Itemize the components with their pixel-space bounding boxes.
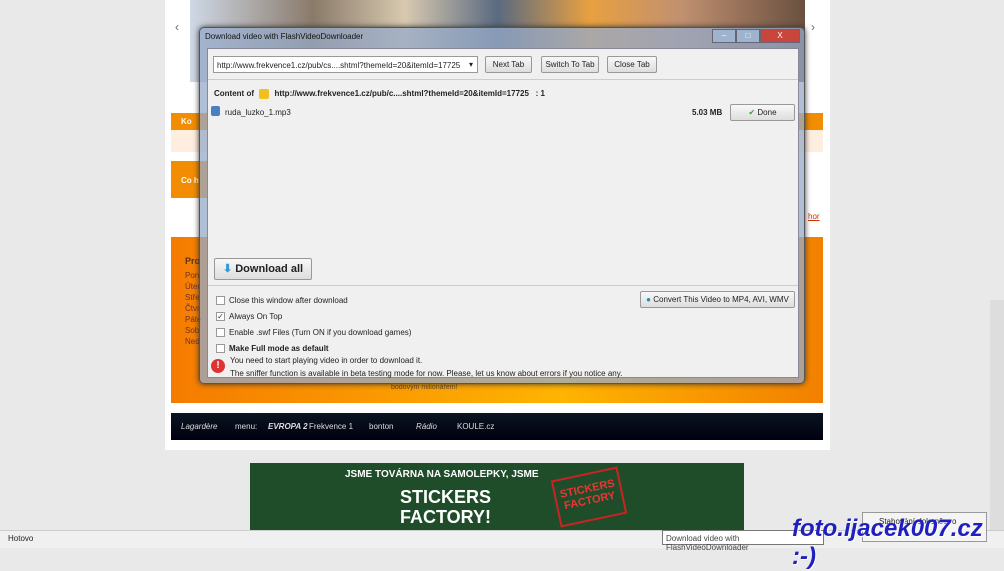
radio-link[interactable]: Rádio [416,422,437,431]
warning-icon: ! [211,359,225,373]
ad-banner[interactable]: JSME TOVÁRNA NA SAMOLEPKY, JSME STICKERS… [250,463,744,530]
switch-to-tab-button[interactable]: Switch To Tab [541,56,599,73]
enable-swf-checkbox[interactable] [216,328,225,337]
watermark: foto.ijacek007.cz :-) [792,515,983,570]
close-button[interactable]: X [760,29,800,43]
evropa2-link[interactable]: EVROPA 2 [268,422,308,431]
warning-text: You need to start playing video in order… [230,356,423,365]
footer-menu: Lagardère menu: EVROPA 2 Frekvence 1 bon… [171,413,823,440]
file-name: ruda_luzko_1.mp3 [225,108,291,117]
site-favicon-icon [259,89,270,99]
minimize-button[interactable]: – [712,29,736,43]
window-controls: – □ X [712,29,800,43]
dialog-body: http://www.frekvence1.cz/pub/cs....shtml… [207,48,799,378]
option-label: Close this window after download [229,296,348,305]
content-header: Content of http://www.frekvence1.cz/pub/… [214,89,545,99]
done-button[interactable]: ✔ Done [730,104,795,121]
option-label: Enable .swf Files (Turn ON if you downlo… [229,328,412,337]
frekvence1-link[interactable]: Frekvence 1 [309,422,353,431]
option-label: Always On Top [229,312,283,321]
caption: bodovým milionářem! [391,384,458,391]
next-tab-button[interactable]: Next Tab [485,56,532,73]
full-mode-checkbox[interactable] [216,344,225,353]
prev-arrow-icon[interactable]: ‹ [175,20,179,34]
download-all-button[interactable]: ⬇ Download all [214,258,312,280]
file-size: 5.03 MB [692,108,723,117]
downloader-dialog: Download video with FlashVideoDownloader… [199,27,805,384]
next-arrow-icon[interactable]: › [811,20,815,34]
audio-file-icon [211,106,220,116]
dialog-title: Download video with FlashVideoDownloader [205,32,364,41]
maximize-button[interactable]: □ [736,29,760,43]
menu-label: menu: [235,422,258,431]
bonton-link[interactable]: bonton [369,422,393,431]
beta-notice: The sniffer function is available in bet… [230,369,623,378]
option-label: Make Full mode as default [229,344,329,353]
close-tab-button[interactable]: Close Tab [607,56,657,73]
program-title: Pro [185,256,201,266]
always-on-top-checkbox[interactable]: ✓ [216,312,225,321]
url-select[interactable]: http://www.frekvence1.cz/pub/cs....shtml… [213,56,478,73]
convert-icon: ● [646,295,651,304]
convert-video-button[interactable]: ● Convert This Video to MP4, AVI, WMV [640,291,795,308]
check-icon: ✔ [748,108,756,117]
koule-link[interactable]: KOULE.cz [457,422,494,431]
download-arrow-icon: ⬇ [222,263,233,275]
scrollbar[interactable] [990,300,1004,530]
more-link[interactable]: hor [808,212,820,221]
chevron-down-icon: ▾ [468,60,473,69]
lagardere-logo[interactable]: Lagardère [181,422,217,431]
close-after-download-checkbox[interactable] [216,296,225,305]
status-text: Hotovo [8,534,34,543]
